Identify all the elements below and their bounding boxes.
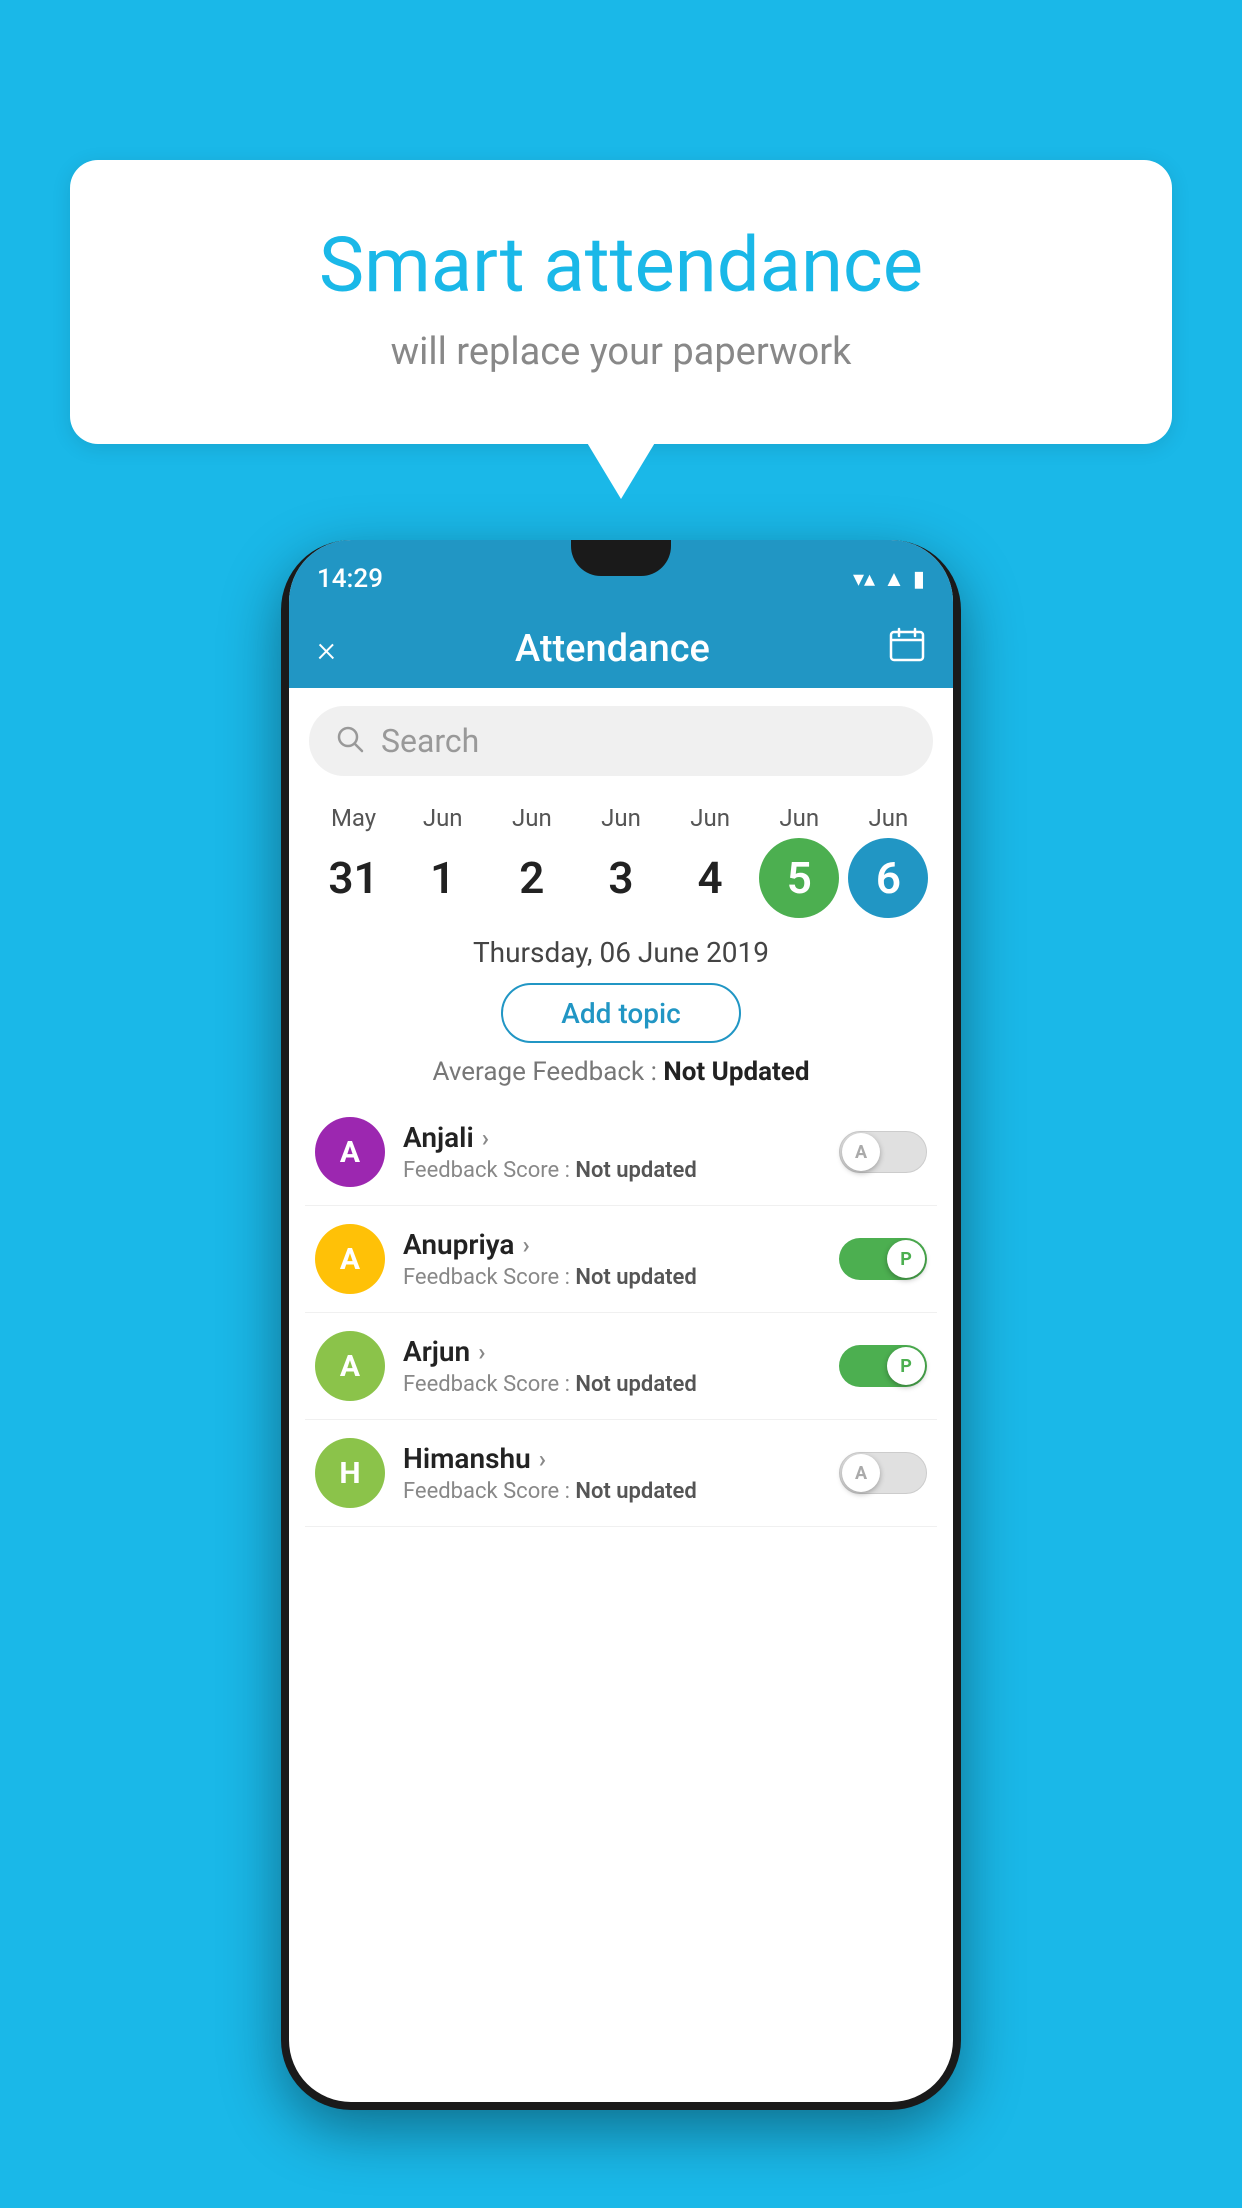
signal-icon: ▲	[883, 566, 905, 592]
date-item[interactable]: Jun 3	[577, 804, 665, 918]
search-placeholder: Search	[381, 722, 479, 760]
student-info: Himanshu › Feedback Score : Not updated	[403, 1442, 821, 1504]
avatar: A	[315, 1117, 385, 1187]
close-button[interactable]: ×	[317, 628, 336, 670]
avg-feedback: Average Feedback : Not Updated	[289, 1057, 953, 1087]
student-name-text: Arjun	[403, 1335, 470, 1368]
attendance-toggle[interactable]: P	[839, 1345, 927, 1387]
student-name-text: Anjali	[403, 1121, 474, 1154]
date-number[interactable]: 31	[314, 838, 394, 918]
speech-bubble-subtitle: will replace your paperwork	[150, 330, 1092, 374]
date-item[interactable]: May 31	[310, 804, 398, 918]
student-name-text: Anupriya	[403, 1228, 514, 1261]
avatar: H	[315, 1438, 385, 1508]
status-icons: ▾▴ ▲ ▮	[853, 566, 925, 592]
student-row[interactable]: A Anjali › Feedback Score : Not updated A	[305, 1099, 937, 1206]
student-name: Arjun ›	[403, 1335, 821, 1368]
student-row[interactable]: A Arjun › Feedback Score : Not updated P	[305, 1313, 937, 1420]
feedback-score: Feedback Score : Not updated	[403, 1265, 821, 1290]
avatar: A	[315, 1224, 385, 1294]
student-name: Anupriya ›	[403, 1228, 821, 1261]
battery-icon: ▮	[913, 567, 925, 592]
student-name: Anjali ›	[403, 1121, 821, 1154]
date-month: Jun	[869, 804, 909, 832]
student-list: AAnjali›Feedback Score : Not updatedAAAn…	[289, 1099, 953, 1527]
speech-bubble-container: Smart attendance will replace your paper…	[70, 160, 1172, 444]
add-topic-label: Add topic	[561, 997, 680, 1030]
date-number[interactable]: 1	[403, 838, 483, 918]
speech-bubble: Smart attendance will replace your paper…	[70, 160, 1172, 444]
date-month: Jun	[512, 804, 552, 832]
phone-screen: 14:29 ▾▴ ▲ ▮ × Attendance	[289, 540, 953, 2102]
phone-notch	[571, 540, 671, 576]
date-item[interactable]: Jun 1	[399, 804, 487, 918]
selected-date-label: Thursday, 06 June 2019	[289, 936, 953, 969]
feedback-score: Feedback Score : Not updated	[403, 1158, 821, 1183]
date-month: Jun	[690, 804, 730, 832]
attendance-toggle[interactable]: A	[839, 1131, 927, 1173]
chevron-right-icon: ›	[539, 1445, 546, 1473]
date-month: Jun	[601, 804, 641, 832]
app-header: × Attendance	[289, 610, 953, 688]
toggle-knob: P	[887, 1347, 925, 1385]
speech-bubble-title: Smart attendance	[150, 220, 1092, 310]
feedback-score: Feedback Score : Not updated	[403, 1372, 821, 1397]
date-number[interactable]: 5	[759, 838, 839, 918]
date-number[interactable]: 6	[848, 838, 928, 918]
toggle-knob: A	[842, 1133, 880, 1171]
chevron-right-icon: ›	[482, 1124, 489, 1152]
date-month: Jun	[423, 804, 463, 832]
search-bar[interactable]: Search	[309, 706, 933, 776]
avatar: A	[315, 1331, 385, 1401]
date-number[interactable]: 4	[670, 838, 750, 918]
feedback-score: Feedback Score : Not updated	[403, 1479, 821, 1504]
search-icon	[335, 724, 365, 758]
date-item[interactable]: Jun 4	[666, 804, 754, 918]
date-strip: May 31 Jun 1 Jun 2 Jun 3 Jun 4 Jun 5 Jun 6	[289, 794, 953, 918]
phone-wrapper: 14:29 ▾▴ ▲ ▮ × Attendance	[80, 540, 1162, 2110]
student-info: Arjun › Feedback Score : Not updated	[403, 1335, 821, 1397]
date-item[interactable]: Jun 6	[844, 804, 932, 918]
avg-feedback-value: Not Updated	[663, 1057, 809, 1087]
student-row[interactable]: H Himanshu › Feedback Score : Not updated A	[305, 1420, 937, 1527]
wifi-icon: ▾▴	[853, 567, 875, 592]
student-name-text: Himanshu	[403, 1442, 531, 1475]
student-info: Anupriya › Feedback Score : Not updated	[403, 1228, 821, 1290]
date-number[interactable]: 2	[492, 838, 572, 918]
toggle-knob: A	[842, 1454, 880, 1492]
date-item[interactable]: Jun 5	[755, 804, 843, 918]
date-item[interactable]: Jun 2	[488, 804, 576, 918]
phone-device: 14:29 ▾▴ ▲ ▮ × Attendance	[281, 540, 961, 2110]
chevron-right-icon: ›	[522, 1231, 529, 1259]
date-month: Jun	[779, 804, 819, 832]
add-topic-button[interactable]: Add topic	[501, 983, 741, 1043]
date-month: May	[331, 804, 376, 832]
calendar-icon[interactable]	[889, 627, 925, 671]
status-time: 14:29	[317, 564, 383, 594]
attendance-toggle[interactable]: A	[839, 1452, 927, 1494]
attendance-toggle[interactable]: P	[839, 1238, 927, 1280]
student-name: Himanshu ›	[403, 1442, 821, 1475]
avg-feedback-label: Average Feedback :	[433, 1057, 657, 1087]
student-row[interactable]: A Anupriya › Feedback Score : Not updated P	[305, 1206, 937, 1313]
header-title: Attendance	[515, 627, 710, 671]
date-number[interactable]: 3	[581, 838, 661, 918]
chevron-right-icon: ›	[478, 1338, 485, 1366]
student-info: Anjali › Feedback Score : Not updated	[403, 1121, 821, 1183]
toggle-knob: P	[887, 1240, 925, 1278]
